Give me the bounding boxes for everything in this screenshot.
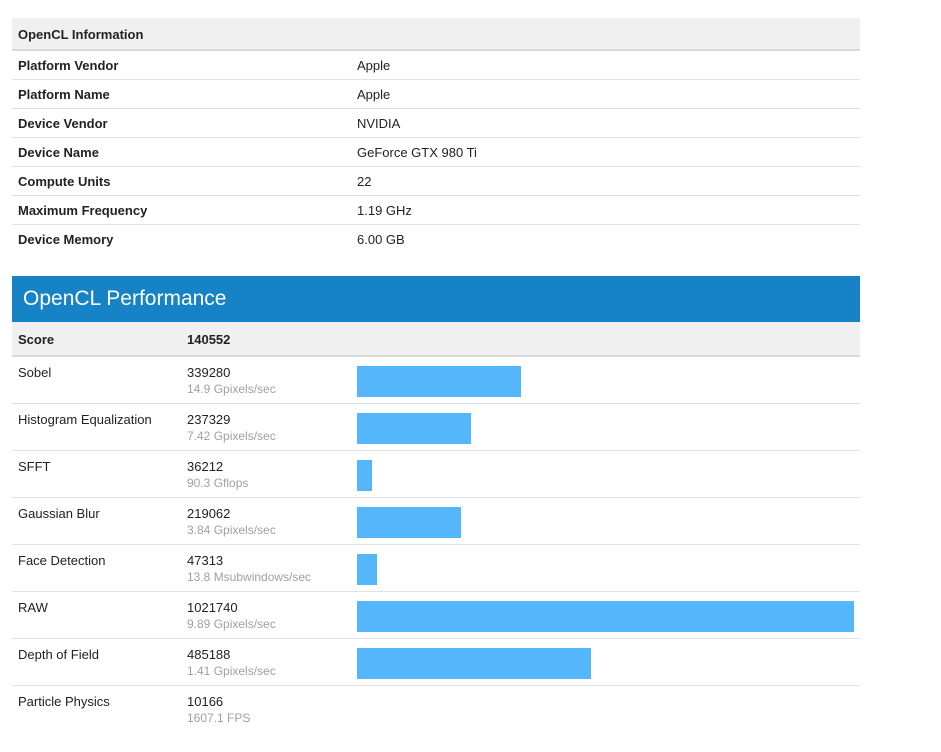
benchmark-score: 485188 — [187, 647, 231, 662]
benchmark-name: Histogram Equalization — [18, 412, 152, 427]
info-row-maximum-frequency: Maximum Frequency 1.19 GHz — [12, 196, 860, 225]
info-value: GeForce GTX 980 Ti — [357, 145, 477, 160]
benchmark-row: Sobel 339280 14.9 Gpixels/sec — [12, 357, 860, 404]
info-value: 1.19 GHz — [357, 203, 412, 218]
info-value: Apple — [357, 58, 391, 73]
opencl-information-header: OpenCL Information — [12, 18, 860, 51]
benchmark-score-bar — [357, 413, 471, 444]
benchmark-score: 47313 — [187, 553, 224, 568]
benchmark-rate: 1607.1 FPS — [187, 711, 251, 725]
benchmark-name: RAW — [18, 600, 48, 615]
benchmark-rate: 14.9 Gpixels/sec — [187, 382, 276, 396]
info-label: Platform Vendor — [18, 58, 119, 73]
benchmark-score-bar — [357, 554, 377, 585]
info-row-platform-vendor: Platform Vendor Apple — [12, 51, 860, 80]
benchmark-score: 1021740 — [187, 600, 238, 615]
benchmark-score: 339280 — [187, 365, 231, 380]
benchmark-score: 219062 — [187, 506, 231, 521]
info-label: Device Vendor — [18, 116, 108, 131]
info-label: Maximum Frequency — [18, 203, 148, 218]
info-row-platform-name: Platform Name Apple — [12, 80, 860, 109]
info-label: Device Memory — [18, 232, 114, 247]
info-value: Apple — [357, 87, 391, 102]
benchmark-rate: 7.42 Gpixels/sec — [187, 429, 276, 443]
score-label: Score — [18, 332, 55, 347]
benchmark-score-bar — [357, 366, 521, 397]
benchmark-row: Face Detection 47313 13.8 Msubwindows/sec — [12, 545, 860, 592]
benchmark-name: Depth of Field — [18, 647, 99, 662]
benchmark-rate: 1.41 Gpixels/sec — [187, 664, 276, 678]
benchmark-row: SFFT 36212 90.3 Gflops — [12, 451, 860, 498]
info-value: 6.00 GB — [357, 232, 405, 247]
benchmark-score-bar — [357, 460, 372, 491]
benchmark-score: 36212 — [187, 459, 224, 474]
benchmark-rate: 3.84 Gpixels/sec — [187, 523, 276, 537]
opencl-information-table: OpenCL Information Platform Vendor Apple… — [12, 18, 860, 254]
score-row: Score 140552 — [12, 322, 860, 357]
info-value: NVIDIA — [357, 116, 401, 131]
info-row-device-vendor: Device Vendor NVIDIA — [12, 109, 860, 138]
info-label: Platform Name — [18, 87, 110, 102]
benchmark-name: SFFT — [18, 459, 51, 474]
info-label: Device Name — [18, 145, 99, 160]
info-label: Compute Units — [18, 174, 111, 189]
benchmark-rate: 13.8 Msubwindows/sec — [187, 570, 312, 584]
info-row-device-memory: Device Memory 6.00 GB — [12, 225, 860, 254]
opencl-performance-section: OpenCL Performance Score 140552 Sobel 339… — [12, 276, 860, 733]
benchmark-row: RAW 1021740 9.89 Gpixels/sec — [12, 592, 860, 639]
benchmark-name: Face Detection — [18, 553, 106, 568]
benchmark-score: 10166 — [187, 694, 224, 709]
info-row-compute-units: Compute Units 22 — [12, 167, 860, 196]
benchmark-row: Depth of Field 485188 1.41 Gpixels/sec — [12, 639, 860, 686]
info-rows: Platform Vendor Apple Platform Name Appl… — [12, 51, 860, 254]
benchmark-rate: 9.89 Gpixels/sec — [187, 617, 276, 631]
benchmark-name: Gaussian Blur — [18, 506, 100, 521]
benchmark-rate: 90.3 Gflops — [187, 476, 249, 490]
performance-banner-title: OpenCL Performance — [12, 276, 860, 322]
info-row-device-name: Device Name GeForce GTX 980 Ti — [12, 138, 860, 167]
benchmark-row: Particle Physics 10166 1607.1 FPS — [12, 686, 860, 733]
info-value: 22 — [357, 174, 372, 189]
benchmark-name: Particle Physics — [18, 694, 110, 709]
benchmark-score: 237329 — [187, 412, 231, 427]
benchmark-row: Histogram Equalization 237329 7.42 Gpixels… — [12, 404, 860, 451]
benchmark-list: Sobel 339280 14.9 Gpixels/sec Histogram Equ… — [12, 357, 860, 733]
benchmark-score-bar — [357, 648, 591, 679]
score-value: 140552 — [187, 332, 231, 347]
benchmark-name: Sobel — [18, 365, 52, 380]
benchmark-score-bar — [357, 507, 461, 538]
benchmark-score-bar — [357, 601, 854, 632]
benchmark-row: Gaussian Blur 219062 3.84 Gpixels/sec — [12, 498, 860, 545]
